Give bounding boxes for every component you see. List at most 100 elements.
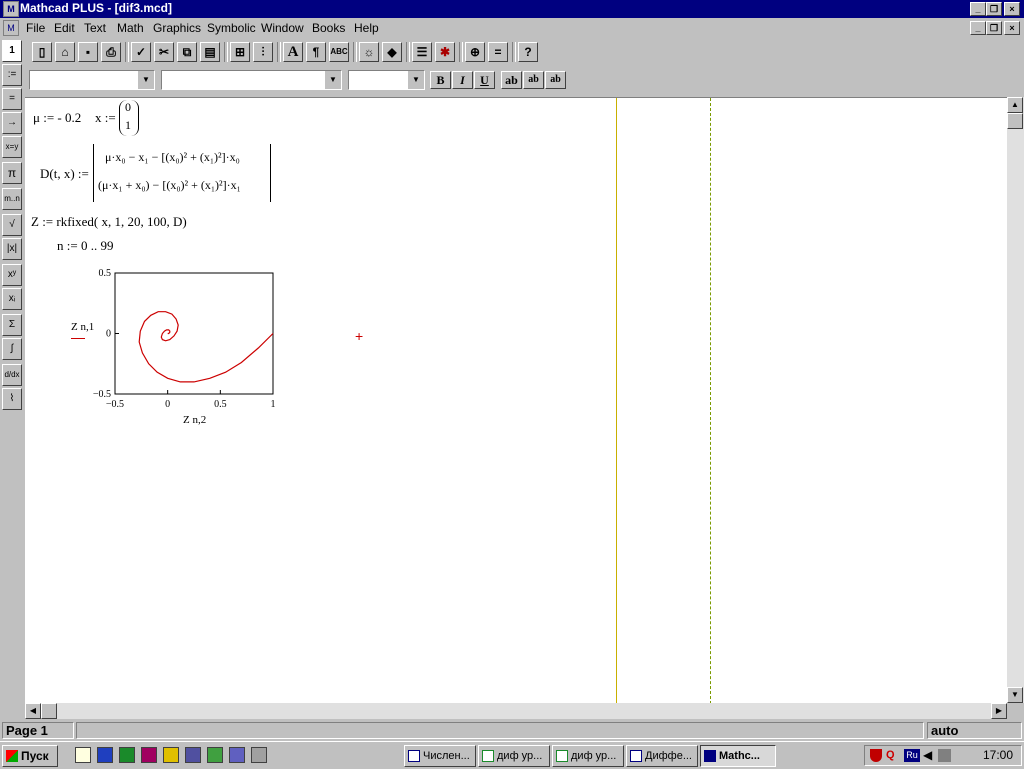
palette-range-button[interactable]: m..n [2, 188, 22, 210]
volume-icon[interactable]: ◀ [923, 749, 935, 762]
menu-window[interactable]: Window [261, 21, 304, 35]
word-icon[interactable] [97, 747, 113, 763]
palette-abs-button[interactable]: |x| [2, 238, 22, 260]
insert-icon[interactable]: ⊞ [230, 42, 250, 62]
help-icon[interactable]: ? [518, 42, 538, 62]
print-icon[interactable]: ⎙ [101, 42, 121, 62]
scroll-right-icon[interactable]: ▶ [991, 703, 1007, 719]
palette-equals-button[interactable]: = [2, 88, 22, 110]
start-button[interactable]: Пуск [2, 745, 58, 767]
paragraph-icon[interactable]: ¶ [306, 42, 326, 62]
scroll-thumb[interactable] [1007, 113, 1023, 129]
n-definition[interactable]: n := 0 .. 99 [57, 238, 113, 254]
chevron-down-icon[interactable]: ▼ [407, 71, 424, 89]
x-vector[interactable]: 0 1 [119, 100, 139, 136]
mu-definition[interactable]: μ := - 0.2 [33, 110, 81, 126]
vertical-scrollbar[interactable]: ▲ ▼ [1007, 97, 1024, 703]
task-button-5[interactable]: Mathc... [700, 745, 776, 767]
palette-page-button[interactable]: 1 [2, 40, 22, 62]
document-icon[interactable]: M [3, 20, 19, 36]
scroll-left-icon[interactable]: ◀ [25, 703, 41, 719]
chevron-down-icon[interactable]: ▼ [324, 71, 341, 89]
subscript-button[interactable]: ab [523, 71, 544, 89]
text-icon[interactable]: A [283, 42, 303, 62]
region-icon[interactable]: ☰ [412, 42, 432, 62]
menu-math[interactable]: Math [117, 21, 144, 35]
palette-power-button[interactable]: xʸ [2, 264, 22, 286]
filter-icon[interactable] [207, 747, 223, 763]
resource-icon[interactable]: ◆ [382, 42, 402, 62]
clock[interactable]: 17:00 [983, 748, 1013, 762]
language-indicator[interactable]: Ru [904, 749, 920, 762]
palette-pi-button[interactable]: π [2, 162, 22, 184]
palette-sum-button[interactable]: Σ [2, 314, 22, 336]
d-vector[interactable]: μ·x₀ − x₁ − [(x₀)² + (x₁)²]·x₀ (μ·x₁ + x… [93, 144, 271, 202]
scroll-up-icon[interactable]: ▲ [1007, 97, 1023, 113]
calculate-icon[interactable]: = [488, 42, 508, 62]
menu-edit[interactable]: Edit [54, 21, 75, 35]
check-icon[interactable]: ✓ [131, 42, 151, 62]
chevron-down-icon[interactable]: ▼ [137, 71, 154, 89]
palette-xeqy-button[interactable]: x=y [2, 136, 22, 158]
paste-icon[interactable]: ▤ [200, 42, 220, 62]
superscript-button[interactable]: ab [545, 71, 566, 89]
doc-restore-button[interactable]: ❐ [986, 21, 1002, 35]
task-button-3[interactable]: диф ур... [552, 745, 624, 767]
palette-sqrt-button[interactable]: √ [2, 214, 22, 236]
close-button[interactable]: × [1004, 2, 1020, 16]
task-button-1[interactable]: Числен... [404, 745, 476, 767]
worksheet[interactable]: μ := - 0.2 x := 0 1 D(t, x) := μ·x₀ − x₁… [25, 97, 1007, 704]
cut-icon[interactable]: ✂ [154, 42, 174, 62]
task-button-2[interactable]: диф ур... [478, 745, 550, 767]
horizontal-scrollbar[interactable]: ◀ ▶ [25, 703, 1007, 719]
menu-text[interactable]: Text [84, 21, 106, 35]
x-definition[interactable]: x := [95, 110, 116, 126]
xy-plot[interactable]: −0.5 0 0.5 1 0.5 0 −0.5 Z n,1 Z n,2 [65, 266, 325, 438]
y-axis-label[interactable]: Z n,1 [71, 321, 94, 333]
monitor-icon[interactable] [938, 749, 951, 762]
menu-file[interactable]: File [26, 21, 45, 35]
z-definition[interactable]: Z := rkfixed( x, 1, 20, 100, D) [31, 214, 187, 230]
minimize-button[interactable]: _ [970, 2, 986, 16]
restore-button[interactable]: ❐ [986, 2, 1002, 16]
menu-symbolic[interactable]: Symbolic [207, 21, 256, 35]
doc-close-button[interactable]: × [1004, 21, 1020, 35]
mpeg-icon[interactable] [229, 747, 245, 763]
bold-button[interactable]: B [430, 71, 451, 89]
title-bar[interactable]: M Mathcad PLUS - [dif3.mcd] _ ❐ × [0, 0, 1024, 18]
mathcad-quick-icon[interactable] [185, 747, 201, 763]
palette-assign-button[interactable]: := [2, 64, 22, 86]
doc-minimize-button[interactable]: _ [970, 21, 986, 35]
scroll-down-icon[interactable]: ▼ [1007, 687, 1023, 703]
style-select[interactable]: ▼ [29, 70, 155, 90]
italic-button[interactable]: I [452, 71, 473, 89]
desktop-icon[interactable] [75, 747, 91, 763]
size-select[interactable]: ▼ [348, 70, 425, 90]
shield-icon[interactable] [870, 749, 882, 762]
search-icon[interactable]: Q [886, 749, 900, 762]
open-icon[interactable]: ⌂ [55, 42, 75, 62]
excel-icon[interactable] [119, 747, 135, 763]
hscroll-thumb[interactable] [41, 703, 57, 719]
new-icon[interactable]: ▯ [32, 42, 52, 62]
tools-icon[interactable] [251, 747, 267, 763]
palette-integral-button[interactable]: ∫ [2, 338, 22, 360]
d-definition[interactable]: D(t, x) := [40, 166, 89, 182]
palette-arrow-button[interactable]: → [2, 112, 22, 134]
maple-icon[interactable]: ✱ [435, 42, 455, 62]
copy-icon[interactable]: ⧉ [177, 42, 197, 62]
spellcheck-icon[interactable]: ABC [329, 42, 349, 62]
palette-derivative-button[interactable]: d/dx [2, 364, 22, 386]
task-button-4[interactable]: Диффе... [626, 745, 698, 767]
palette-subscript-button[interactable]: xᵢ [2, 288, 22, 310]
align-icon[interactable]: ⫶ [253, 42, 273, 62]
save-disk-icon[interactable] [141, 747, 157, 763]
save-icon[interactable]: ▪ [78, 42, 98, 62]
font-select[interactable]: ▼ [161, 70, 342, 90]
palette-graph-button[interactable]: ⌇ [2, 388, 22, 410]
menu-help[interactable]: Help [354, 21, 379, 35]
x-axis-label[interactable]: Z n,2 [183, 414, 206, 426]
menu-books[interactable]: Books [312, 21, 345, 35]
lightbulb-icon[interactable]: ☼ [359, 42, 379, 62]
mathcad-icon[interactable]: M [3, 1, 19, 17]
